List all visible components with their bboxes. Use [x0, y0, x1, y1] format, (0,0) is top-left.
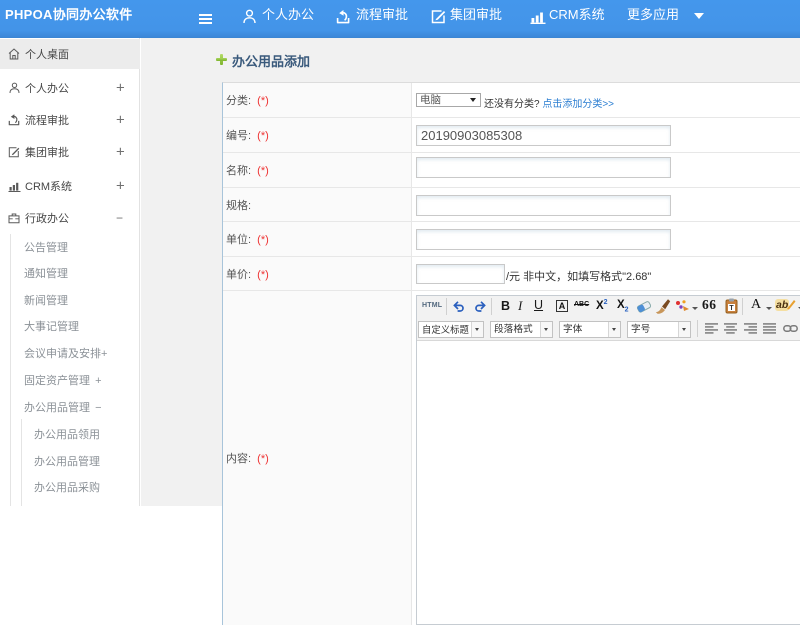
svg-text:T: T: [729, 305, 734, 312]
